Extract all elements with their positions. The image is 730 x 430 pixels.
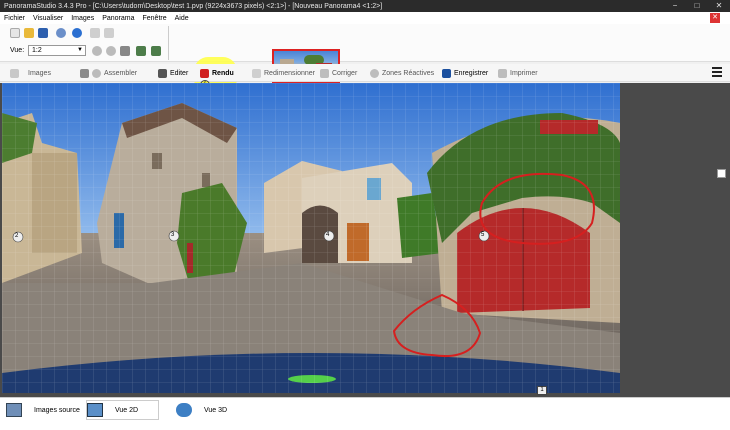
- toolbar-imprimer[interactable]: Imprimer: [498, 67, 538, 79]
- divider: [168, 26, 169, 60]
- menu-images[interactable]: Images: [67, 15, 98, 22]
- marker-label: 5: [481, 232, 485, 238]
- zoom-value: 1:2: [32, 47, 42, 54]
- resize-icon: [252, 68, 261, 78]
- new-icon[interactable]: [10, 28, 20, 38]
- save-icon: [442, 68, 451, 78]
- toolbar-zones-reactives[interactable]: Zones Réactives: [370, 67, 434, 79]
- zoom-in-icon[interactable]: [92, 46, 102, 56]
- bottom-tab-bar: Images source Vue 2D Vue 3D: [0, 397, 730, 430]
- marker-1[interactable]: 1: [537, 386, 547, 395]
- view-3d-icon: [176, 403, 192, 417]
- hamburger-menu-icon[interactable]: [712, 67, 722, 77]
- close-document-button[interactable]: ✕: [710, 13, 720, 23]
- menu-fichier[interactable]: Fichier: [0, 15, 29, 22]
- toolbar-images[interactable]: Images: [10, 67, 51, 79]
- main-toolbar: Images Assembler Editer Rendu Redimensio…: [0, 64, 730, 82]
- close-window-button[interactable]: ✕: [708, 0, 730, 12]
- tab-images-source[interactable]: Images source: [6, 400, 80, 420]
- toolbar-assembler[interactable]: Assembler: [80, 67, 137, 79]
- info-icon[interactable]: [56, 28, 66, 38]
- view-2d-icon: [87, 403, 103, 417]
- toolbar-editer[interactable]: Editer: [158, 67, 188, 79]
- panel-toggle-icon[interactable]: [717, 169, 726, 178]
- menu-panorama[interactable]: Panorama: [98, 15, 138, 22]
- tab-vue-2d[interactable]: Vue 2D: [86, 400, 160, 420]
- redo-icon[interactable]: [104, 28, 114, 38]
- top-toolbar: [0, 24, 730, 84]
- title-bar: PanoramaStudio 3.4.3 Pro - [C:\Users\tud…: [0, 0, 730, 12]
- hotspot-icon: [370, 68, 379, 78]
- toolbar-redimensionner[interactable]: Redimensionner: [252, 67, 315, 79]
- minimize-button[interactable]: −: [664, 0, 686, 12]
- toolbar-enregistrer[interactable]: Enregistrer: [442, 67, 488, 79]
- crop-icon: [158, 68, 167, 78]
- menu-bar: Fichier Visualiser Images Panorama Fenêt…: [0, 12, 730, 24]
- chevron-down-icon: ▼: [77, 47, 83, 53]
- open-icon[interactable]: [24, 28, 34, 38]
- menu-aide[interactable]: Aide: [171, 15, 193, 22]
- undo-icon[interactable]: [90, 28, 100, 38]
- fit-window-icon[interactable]: [136, 46, 146, 56]
- marker-label: 4: [326, 232, 330, 238]
- menu-visualiser[interactable]: Visualiser: [29, 15, 67, 22]
- zoom-fit-icon[interactable]: [120, 46, 130, 56]
- zoom-out-icon[interactable]: [106, 46, 116, 56]
- view-label: Vue:: [10, 47, 25, 54]
- maximize-button[interactable]: □: [686, 0, 708, 12]
- images-icon: [10, 68, 19, 78]
- images-source-icon: [6, 403, 22, 417]
- marker-label: 2: [15, 233, 19, 239]
- zoom-select[interactable]: 1:2 ▼: [28, 45, 86, 56]
- help-icon[interactable]: [72, 28, 82, 38]
- correct-icon: [320, 68, 329, 78]
- tab-vue-3d[interactable]: Vue 3D: [176, 400, 227, 420]
- full-view-icon[interactable]: [151, 46, 161, 56]
- print-icon: [498, 68, 507, 78]
- toolbar-rendu[interactable]: Rendu: [200, 67, 234, 79]
- panorama-image[interactable]: 2 3 4 5: [2, 83, 620, 393]
- save-disk-icon[interactable]: [38, 28, 48, 38]
- panorama-viewport[interactable]: 2 3 4 5 1: [0, 83, 730, 397]
- marker-label: 3: [171, 232, 175, 238]
- window-title: PanoramaStudio 3.4.3 Pro - [C:\Users\tud…: [4, 2, 383, 10]
- render-icon: [200, 68, 209, 78]
- assemble-icon: [80, 68, 89, 78]
- toolbar-corriger[interactable]: Corriger: [320, 67, 357, 79]
- menu-fenetre[interactable]: Fenêtre: [139, 15, 171, 22]
